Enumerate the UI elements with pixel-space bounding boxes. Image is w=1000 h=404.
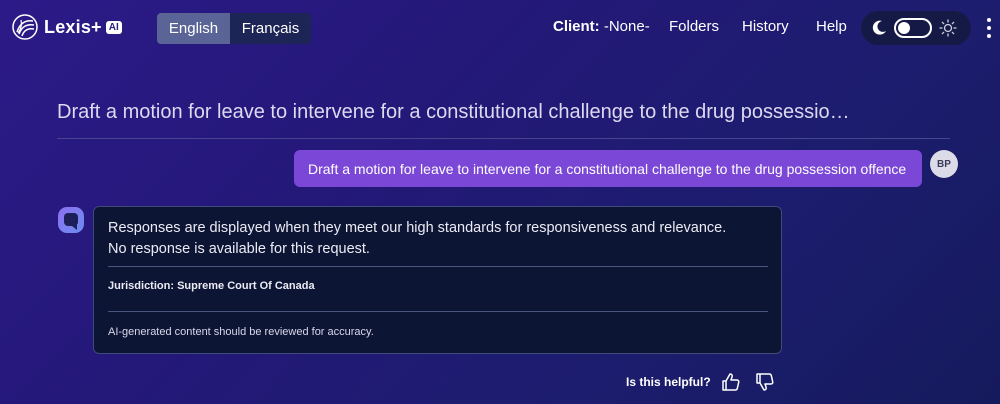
nav-help[interactable]: Help [816,18,847,35]
top-bar: Lexis+ AI English Français Client: -None… [0,0,1000,56]
ai-response-card: Responses are displayed when they meet o… [93,206,782,354]
lexis-logo[interactable]: Lexis+ AI [12,14,122,40]
francais-button[interactable]: Français [230,13,311,44]
response-text: Responses are displayed when they meet o… [108,220,727,257]
thumbs-up-icon[interactable] [721,372,741,392]
response-divider-2 [108,311,768,312]
ai-disclaimer: AI-generated content should be reviewed … [108,326,374,338]
jurisdiction-value: Supreme Court Of Canada [177,280,315,292]
switch-knob [898,22,910,34]
title-divider [57,138,950,139]
client-value: -None- [603,18,650,35]
ai-assistant-icon [58,207,84,233]
conversation-title: Draft a motion for leave to intervene fo… [57,101,850,123]
thumbs-down-icon[interactable] [755,372,775,392]
english-button[interactable]: English [157,13,230,44]
theme-switch[interactable] [894,18,932,38]
client-selector[interactable]: Client: -None- [553,18,650,35]
response-divider [108,266,768,267]
jurisdiction-info: Jurisdiction: Supreme Court Of Canada [108,280,315,292]
moon-icon [872,20,886,35]
sun-icon [939,19,957,37]
user-message-bubble: Draft a motion for leave to intervene fo… [294,150,922,187]
nav-history[interactable]: History [742,18,789,35]
more-options-icon[interactable] [984,16,994,40]
lexis-tree-icon [12,14,38,40]
ai-badge: AI [105,20,122,34]
user-avatar[interactable]: BP [930,150,958,178]
nav-folders[interactable]: Folders [669,18,719,35]
jurisdiction-label: Jurisdiction: [108,280,175,292]
feedback-label: Is this helpful? [626,375,711,389]
theme-toggle[interactable] [861,11,971,45]
language-toggle: English Français [157,13,311,44]
logo-text: Lexis+ [44,16,102,37]
client-label: Client: [553,18,600,35]
